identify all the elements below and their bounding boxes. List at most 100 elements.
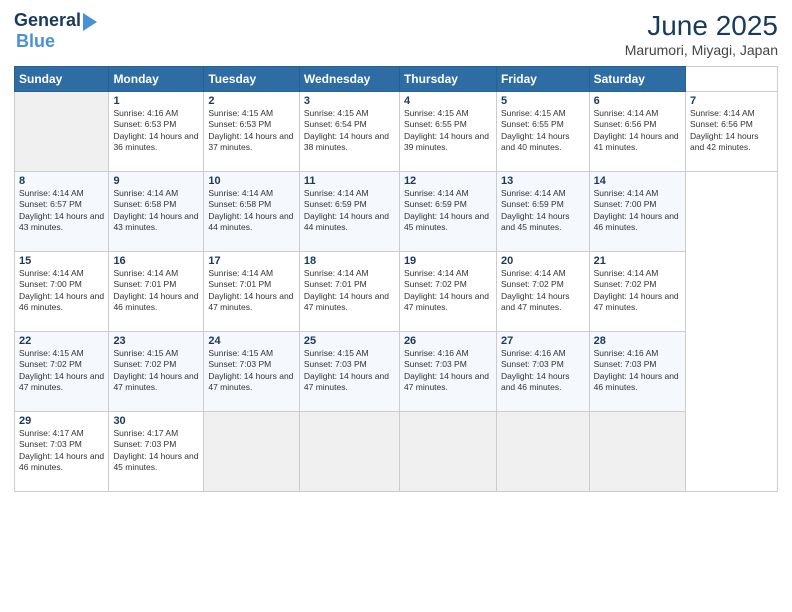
table-row: 27Sunrise: 4:16 AMSunset: 7:03 PMDayligh… — [496, 332, 589, 412]
day-info: Sunrise: 4:15 AMSunset: 6:54 PMDaylight:… — [304, 108, 395, 154]
col-monday: Monday — [109, 67, 204, 92]
table-row: 7Sunrise: 4:14 AMSunset: 6:56 PMDaylight… — [686, 92, 778, 172]
day-number: 11 — [304, 175, 395, 187]
calendar-table: Sunday Monday Tuesday Wednesday Thursday… — [14, 66, 778, 492]
logo-general: General — [14, 10, 81, 31]
table-row: 13Sunrise: 4:14 AMSunset: 6:59 PMDayligh… — [496, 172, 589, 252]
day-info: Sunrise: 4:14 AMSunset: 6:57 PMDaylight:… — [19, 188, 104, 234]
table-row: 10Sunrise: 4:14 AMSunset: 6:58 PMDayligh… — [204, 172, 300, 252]
day-number: 1 — [113, 95, 199, 107]
day-number: 6 — [594, 95, 681, 107]
table-row: 8Sunrise: 4:14 AMSunset: 6:57 PMDaylight… — [15, 172, 109, 252]
table-row — [204, 412, 300, 492]
table-row: 12Sunrise: 4:14 AMSunset: 6:59 PMDayligh… — [399, 172, 496, 252]
day-info: Sunrise: 4:14 AMSunset: 7:02 PMDaylight:… — [594, 268, 681, 314]
col-sunday: Sunday — [15, 67, 109, 92]
calendar-subtitle: Marumori, Miyagi, Japan — [625, 42, 778, 58]
table-row: 5Sunrise: 4:15 AMSunset: 6:55 PMDaylight… — [496, 92, 589, 172]
day-info: Sunrise: 4:14 AMSunset: 6:59 PMDaylight:… — [404, 188, 492, 234]
page-header: General Blue June 2025 Marumori, Miyagi,… — [14, 10, 778, 58]
day-info: Sunrise: 4:14 AMSunset: 6:56 PMDaylight:… — [594, 108, 681, 154]
day-info: Sunrise: 4:16 AMSunset: 7:03 PMDaylight:… — [501, 348, 585, 394]
day-info: Sunrise: 4:14 AMSunset: 7:01 PMDaylight:… — [304, 268, 395, 314]
day-number: 14 — [594, 175, 681, 187]
day-info: Sunrise: 4:14 AMSunset: 7:01 PMDaylight:… — [113, 268, 199, 314]
day-info: Sunrise: 4:14 AMSunset: 7:02 PMDaylight:… — [501, 268, 585, 314]
table-row: 18Sunrise: 4:14 AMSunset: 7:01 PMDayligh… — [299, 252, 399, 332]
day-info: Sunrise: 4:16 AMSunset: 7:03 PMDaylight:… — [594, 348, 681, 394]
table-row — [496, 412, 589, 492]
day-number: 21 — [594, 255, 681, 267]
table-row: 1Sunrise: 4:16 AMSunset: 6:53 PMDaylight… — [109, 92, 204, 172]
day-info: Sunrise: 4:15 AMSunset: 6:55 PMDaylight:… — [501, 108, 585, 154]
day-number: 12 — [404, 175, 492, 187]
day-number: 30 — [113, 415, 199, 427]
day-number: 15 — [19, 255, 104, 267]
day-number: 17 — [208, 255, 295, 267]
table-row: 19Sunrise: 4:14 AMSunset: 7:02 PMDayligh… — [399, 252, 496, 332]
table-row: 25Sunrise: 4:15 AMSunset: 7:03 PMDayligh… — [299, 332, 399, 412]
day-info: Sunrise: 4:14 AMSunset: 7:00 PMDaylight:… — [19, 268, 104, 314]
day-number: 24 — [208, 335, 295, 347]
table-row: 29Sunrise: 4:17 AMSunset: 7:03 PMDayligh… — [15, 412, 109, 492]
day-info: Sunrise: 4:16 AMSunset: 6:53 PMDaylight:… — [113, 108, 199, 154]
day-info: Sunrise: 4:14 AMSunset: 7:01 PMDaylight:… — [208, 268, 295, 314]
table-row: 16Sunrise: 4:14 AMSunset: 7:01 PMDayligh… — [109, 252, 204, 332]
table-row: 23Sunrise: 4:15 AMSunset: 7:02 PMDayligh… — [109, 332, 204, 412]
calendar-title: June 2025 — [625, 10, 778, 42]
day-number: 26 — [404, 335, 492, 347]
col-friday: Friday — [496, 67, 589, 92]
table-row: 22Sunrise: 4:15 AMSunset: 7:02 PMDayligh… — [15, 332, 109, 412]
table-row: 20Sunrise: 4:14 AMSunset: 7:02 PMDayligh… — [496, 252, 589, 332]
logo: General Blue — [14, 10, 97, 52]
day-number: 2 — [208, 95, 295, 107]
day-number: 10 — [208, 175, 295, 187]
day-number: 3 — [304, 95, 395, 107]
day-number: 18 — [304, 255, 395, 267]
col-tuesday: Tuesday — [204, 67, 300, 92]
col-thursday: Thursday — [399, 67, 496, 92]
day-number: 8 — [19, 175, 104, 187]
day-number: 22 — [19, 335, 104, 347]
day-number: 20 — [501, 255, 585, 267]
table-row: 11Sunrise: 4:14 AMSunset: 6:59 PMDayligh… — [299, 172, 399, 252]
day-number: 13 — [501, 175, 585, 187]
day-info: Sunrise: 4:15 AMSunset: 6:55 PMDaylight:… — [404, 108, 492, 154]
table-row: 24Sunrise: 4:15 AMSunset: 7:03 PMDayligh… — [204, 332, 300, 412]
day-info: Sunrise: 4:14 AMSunset: 6:59 PMDaylight:… — [304, 188, 395, 234]
title-block: June 2025 Marumori, Miyagi, Japan — [625, 10, 778, 58]
table-row: 3Sunrise: 4:15 AMSunset: 6:54 PMDaylight… — [299, 92, 399, 172]
table-row: 15Sunrise: 4:14 AMSunset: 7:00 PMDayligh… — [15, 252, 109, 332]
table-row: 6Sunrise: 4:14 AMSunset: 6:56 PMDaylight… — [589, 92, 685, 172]
table-row — [299, 412, 399, 492]
day-info: Sunrise: 4:14 AMSunset: 6:58 PMDaylight:… — [113, 188, 199, 234]
day-number: 9 — [113, 175, 199, 187]
day-info: Sunrise: 4:14 AMSunset: 6:56 PMDaylight:… — [690, 108, 773, 154]
day-number: 4 — [404, 95, 492, 107]
table-row: 28Sunrise: 4:16 AMSunset: 7:03 PMDayligh… — [589, 332, 685, 412]
col-saturday: Saturday — [589, 67, 685, 92]
empty-cell — [15, 92, 109, 172]
day-number: 25 — [304, 335, 395, 347]
day-info: Sunrise: 4:17 AMSunset: 7:03 PMDaylight:… — [113, 428, 199, 474]
day-info: Sunrise: 4:16 AMSunset: 7:03 PMDaylight:… — [404, 348, 492, 394]
day-info: Sunrise: 4:15 AMSunset: 6:53 PMDaylight:… — [208, 108, 295, 154]
table-row: 17Sunrise: 4:14 AMSunset: 7:01 PMDayligh… — [204, 252, 300, 332]
day-number: 29 — [19, 415, 104, 427]
table-row — [589, 412, 685, 492]
day-number: 5 — [501, 95, 585, 107]
table-row: 26Sunrise: 4:16 AMSunset: 7:03 PMDayligh… — [399, 332, 496, 412]
logo-arrow-icon — [83, 13, 97, 31]
day-info: Sunrise: 4:14 AMSunset: 6:58 PMDaylight:… — [208, 188, 295, 234]
day-number: 7 — [690, 95, 773, 107]
table-row: 9Sunrise: 4:14 AMSunset: 6:58 PMDaylight… — [109, 172, 204, 252]
table-row — [399, 412, 496, 492]
day-number: 28 — [594, 335, 681, 347]
day-info: Sunrise: 4:15 AMSunset: 7:02 PMDaylight:… — [113, 348, 199, 394]
day-info: Sunrise: 4:15 AMSunset: 7:03 PMDaylight:… — [208, 348, 295, 394]
day-info: Sunrise: 4:15 AMSunset: 7:02 PMDaylight:… — [19, 348, 104, 394]
day-info: Sunrise: 4:17 AMSunset: 7:03 PMDaylight:… — [19, 428, 104, 474]
day-number: 16 — [113, 255, 199, 267]
calendar-header-row: Sunday Monday Tuesday Wednesday Thursday… — [15, 67, 778, 92]
day-number: 19 — [404, 255, 492, 267]
